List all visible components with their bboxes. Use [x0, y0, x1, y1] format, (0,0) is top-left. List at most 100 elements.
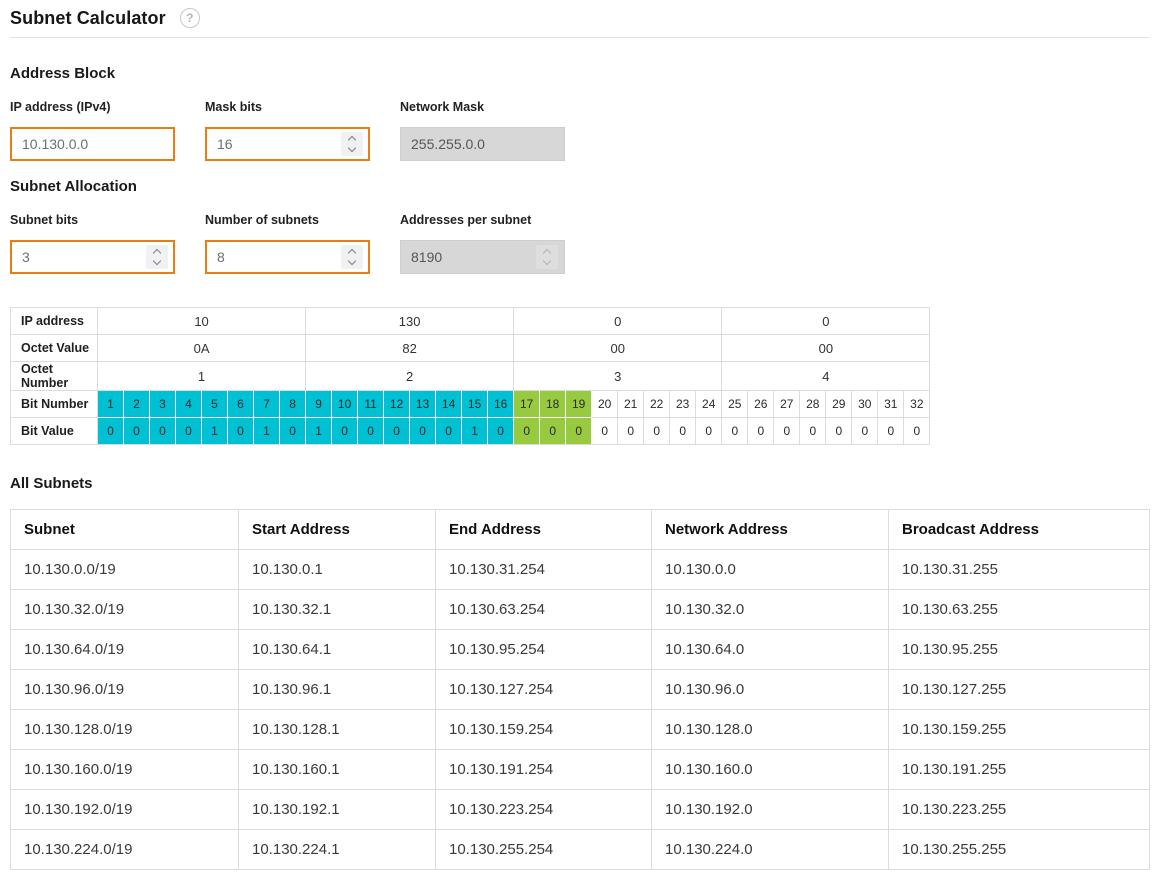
subnet-allocation-section: Subnet Allocation Subnet bits Number of … [10, 178, 1149, 274]
subnets-cell: 10.130.128.0/19 [11, 710, 239, 750]
table-row: 10.130.96.0/1910.130.96.110.130.127.2541… [11, 670, 1150, 710]
subnets-cell: 10.130.95.255 [889, 630, 1150, 670]
network-mask-inputwrap [400, 127, 565, 161]
all-subnets-table: SubnetStart AddressEnd AddressNetwork Ad… [10, 509, 1150, 870]
bit-value-cell: 0 [644, 418, 670, 445]
table-row: 10.130.32.0/1910.130.32.110.130.63.25410… [11, 590, 1150, 630]
subnets-cell: 10.130.31.254 [436, 550, 652, 590]
bit-value-cell: 0 [358, 418, 384, 445]
subnets-cell: 10.130.128.1 [239, 710, 436, 750]
bit-number-cell: 27 [774, 391, 800, 418]
subnets-column-header: End Address [436, 510, 652, 550]
bit-table-row-label: Bit Value [11, 418, 98, 445]
subnets-column-header: Subnet [11, 510, 239, 550]
field-number-of-subnets: Number of subnets [205, 213, 370, 274]
subnets-cell: 10.130.255.254 [436, 830, 652, 870]
subnets-cell: 10.130.127.255 [889, 670, 1150, 710]
bit-value-cell: 0 [384, 418, 410, 445]
bit-number-cell: 28 [800, 391, 826, 418]
addresses-per-subnet-inputwrap [400, 240, 565, 274]
subnets-cell: 10.130.128.0 [652, 710, 889, 750]
bit-number-cell: 2 [124, 391, 150, 418]
address-block-fields: IP address (IPv4) Mask bits Network Mask [10, 100, 1149, 161]
bit-number-cell: 5 [202, 391, 228, 418]
subnet-allocation-heading: Subnet Allocation [10, 178, 1149, 195]
subnet-bits-spinner[interactable] [146, 245, 168, 269]
subnets-cell: 10.130.255.255 [889, 830, 1150, 870]
bit-value-cell: 0 [826, 418, 852, 445]
bit-table-octet-cell: 10 [98, 308, 306, 335]
bit-number-cell: 21 [618, 391, 644, 418]
ip-address-input[interactable] [10, 127, 175, 161]
bit-value-cell: 0 [722, 418, 748, 445]
mask-bits-label: Mask bits [205, 100, 370, 114]
header-divider [10, 37, 1149, 38]
table-row: 10.130.160.0/1910.130.160.110.130.191.25… [11, 750, 1150, 790]
subnet-calculator-page: Subnet Calculator ? Address Block IP add… [0, 0, 1159, 870]
bit-table-row-label: Bit Number [11, 391, 98, 418]
address-block-section: Address Block IP address (IPv4) Mask bit… [10, 65, 1149, 161]
subnets-cell: 10.130.64.0/19 [11, 630, 239, 670]
bit-number-cell: 17 [514, 391, 540, 418]
bit-table-row-label: IP address [11, 308, 98, 335]
bit-number-cell: 12 [384, 391, 410, 418]
bit-value-cell: 0 [280, 418, 306, 445]
bit-table-row-label: Octet Number [11, 362, 98, 391]
all-subnets-heading: All Subnets [10, 475, 1149, 492]
subnets-cell: 10.130.224.0 [652, 830, 889, 870]
bit-table-octet-cell: 00 [514, 335, 722, 362]
bit-value-cell: 0 [488, 418, 514, 445]
spinner-down-icon [543, 257, 551, 265]
subnets-cell: 10.130.32.0 [652, 590, 889, 630]
bit-value-cell: 0 [98, 418, 124, 445]
bit-table: IP address1013000Octet Value0A820000Octe… [10, 307, 930, 445]
subnets-column-header: Start Address [239, 510, 436, 550]
bit-value-cell: 0 [332, 418, 358, 445]
network-mask-label: Network Mask [400, 100, 565, 114]
bit-table-octet-cell: 0 [514, 308, 722, 335]
subnets-cell: 10.130.64.1 [239, 630, 436, 670]
spinner-down-icon[interactable] [153, 257, 161, 265]
bit-value-cell: 0 [176, 418, 202, 445]
spinner-down-icon[interactable] [348, 144, 356, 152]
addresses-per-subnet-spinner [536, 245, 558, 269]
bit-value-cell: 0 [618, 418, 644, 445]
subnets-cell: 10.130.96.0/19 [11, 670, 239, 710]
subnets-cell: 10.130.224.0/19 [11, 830, 239, 870]
bit-number-cell: 29 [826, 391, 852, 418]
field-network-mask: Network Mask [400, 100, 565, 161]
field-addresses-per-subnet: Addresses per subnet [400, 213, 565, 274]
bit-table-octet-cell: 0 [722, 308, 930, 335]
mask-bits-spinner[interactable] [341, 132, 363, 156]
subnets-cell: 10.130.160.0 [652, 750, 889, 790]
address-block-heading: Address Block [10, 65, 1149, 82]
all-subnets-section: All Subnets SubnetStart AddressEnd Addre… [10, 475, 1149, 870]
table-row: 10.130.0.0/1910.130.0.110.130.31.25410.1… [11, 550, 1150, 590]
subnets-cell: 10.130.32.0/19 [11, 590, 239, 630]
bit-value-cell: 0 [592, 418, 618, 445]
bit-number-cell: 22 [644, 391, 670, 418]
bit-value-cell: 1 [462, 418, 488, 445]
subnets-cell: 10.130.127.254 [436, 670, 652, 710]
subnets-cell: 10.130.0.0 [652, 550, 889, 590]
bit-value-cell: 0 [436, 418, 462, 445]
subnets-cell: 10.130.223.255 [889, 790, 1150, 830]
subnets-cell: 10.130.160.1 [239, 750, 436, 790]
bit-number-cell: 32 [904, 391, 930, 418]
bit-table-octet-cell: 4 [722, 362, 930, 391]
subnets-cell: 10.130.192.1 [239, 790, 436, 830]
bit-table-octet-cell: 3 [514, 362, 722, 391]
bit-value-cell: 0 [774, 418, 800, 445]
subnets-cell: 10.130.159.255 [889, 710, 1150, 750]
bit-value-cell: 0 [748, 418, 774, 445]
bit-number-cell: 16 [488, 391, 514, 418]
spinner-down-icon[interactable] [348, 257, 356, 265]
number-of-subnets-spinner[interactable] [341, 245, 363, 269]
help-icon[interactable]: ? [180, 8, 200, 28]
subnets-cell: 10.130.63.254 [436, 590, 652, 630]
bit-number-cell: 18 [540, 391, 566, 418]
bit-number-cell: 10 [332, 391, 358, 418]
bit-value-cell: 0 [514, 418, 540, 445]
bit-number-cell: 13 [410, 391, 436, 418]
subnets-cell: 10.130.191.254 [436, 750, 652, 790]
